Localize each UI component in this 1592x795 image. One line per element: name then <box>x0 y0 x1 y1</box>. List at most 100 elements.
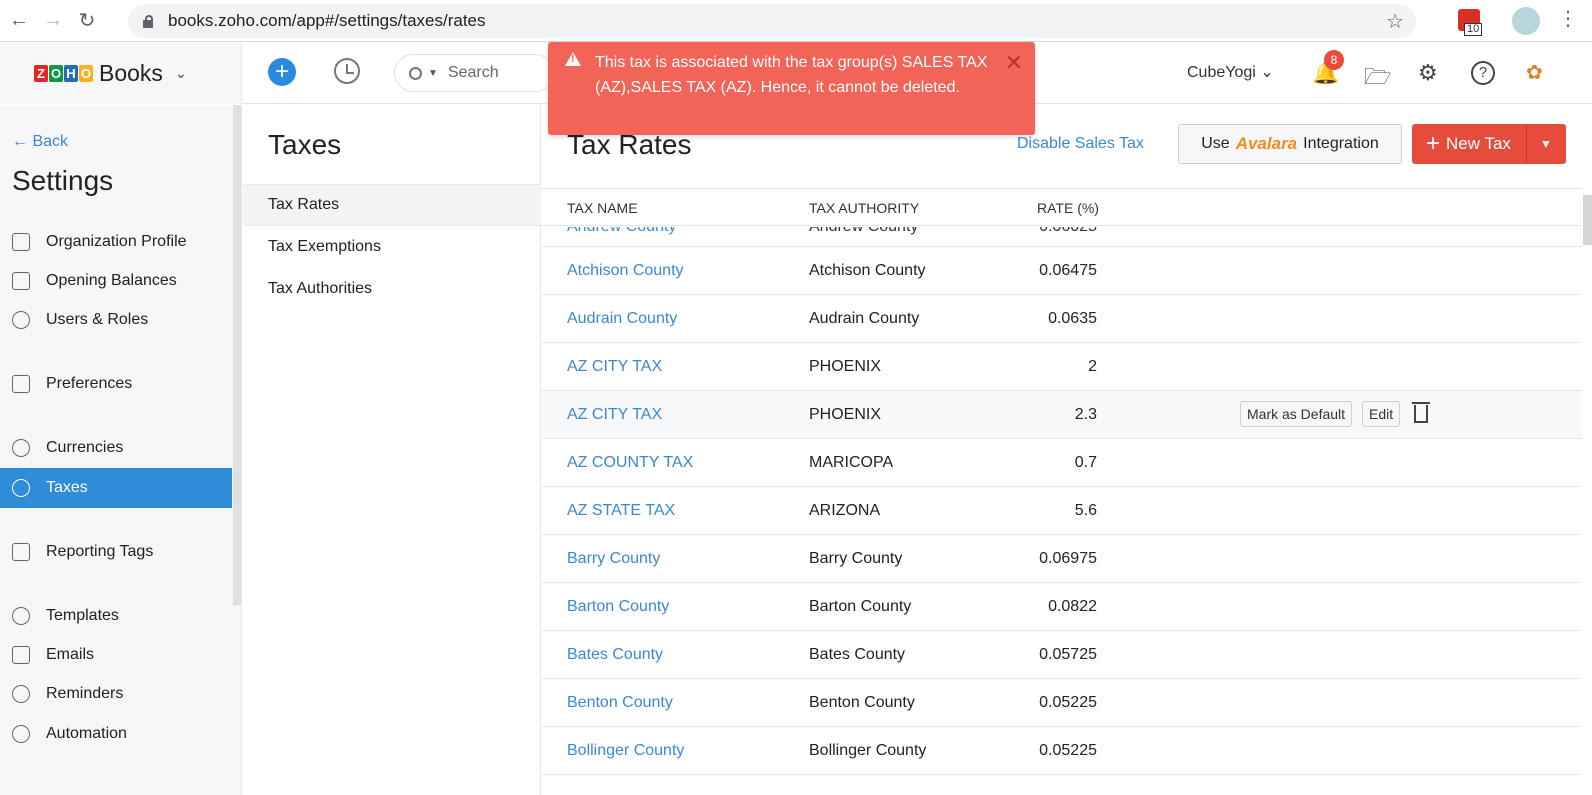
folder-icon[interactable]: 🗁 <box>1364 60 1391 98</box>
gear-icon[interactable]: ⚙ <box>1418 60 1438 86</box>
edit-button[interactable]: Edit <box>1362 401 1401 427</box>
search-placeholder: Search <box>447 64 499 81</box>
sidebar-item-templates[interactable]: Templates <box>0 596 232 636</box>
tax-name-link[interactable]: AZ COUNTY TAX <box>567 454 693 472</box>
sidebar-scrollbar[interactable] <box>233 105 241 605</box>
submenu-item-tax-rates[interactable]: Tax Rates <box>243 184 541 226</box>
table-row[interactable]: AZ CITY TAX PHOENIX 2.3 Mark as Default … <box>542 391 1582 439</box>
sidebar-item-automation[interactable]: Automation <box>0 714 232 754</box>
tax-name-link[interactable]: Benton County <box>567 694 673 712</box>
tax-name-link[interactable]: AZ CITY TAX <box>567 358 662 376</box>
tax-name-link[interactable]: Audrain County <box>567 310 677 328</box>
table-row[interactable]: Bollinger County Bollinger County 0.05225 <box>542 727 1582 775</box>
row-actions: Mark as Default Edit <box>1240 401 1431 427</box>
tax-authority-cell: Bates County <box>809 646 906 663</box>
toast-message: This tax is associated with the tax grou… <box>595 54 988 96</box>
tax-rate-cell: 0.05225 <box>1039 742 1097 759</box>
sidebar-item-opening-balances[interactable]: Opening Balances <box>0 261 232 301</box>
url-text[interactable]: books.zoho.com/app#/settings/taxes/rates <box>168 11 486 31</box>
column-header-tax-name[interactable]: TAX NAME <box>567 200 638 216</box>
address-bar[interactable]: books.zoho.com/app#/settings/taxes/rates… <box>128 4 1416 38</box>
profile-avatar[interactable] <box>1512 7 1540 35</box>
column-header-rate[interactable]: RATE (%) <box>1037 200 1099 216</box>
disable-sales-tax-link[interactable]: Disable Sales Tax <box>1017 135 1144 153</box>
table-row[interactable]: Audrain County Audrain County 0.0635 <box>542 295 1582 343</box>
tax-rate-cell: 2 <box>1088 358 1097 375</box>
back-link[interactable]: ← Back <box>12 133 68 151</box>
tax-name-link[interactable]: Atchison County <box>567 262 684 280</box>
tax-rate-cell: 0.06975 <box>1039 550 1097 567</box>
mail-icon <box>12 646 30 664</box>
tax-name-link[interactable]: Barry County <box>567 550 660 568</box>
submenu-item-tax-exemptions[interactable]: Tax Exemptions <box>243 226 541 268</box>
trash-icon[interactable] <box>1412 402 1431 423</box>
calendar-extension-icon[interactable]: 10 <box>1458 9 1483 36</box>
recent-history-icon[interactable] <box>334 58 360 84</box>
table-row[interactable]: AZ CITY TAX PHOENIX 2 <box>542 343 1582 391</box>
browser-menu-icon[interactable]: ⋮ <box>1558 6 1578 31</box>
table-row[interactable]: AZ COUNTY TAX MARICOPA 0.7 <box>542 439 1582 487</box>
search-input[interactable]: ▼ Search <box>394 54 554 92</box>
sidebar-item-emails[interactable]: Emails <box>0 635 232 675</box>
content-scrollbar[interactable] <box>1583 195 1592 245</box>
tax-name-link[interactable]: Barton County <box>567 598 669 616</box>
table-row[interactable]: AZ STATE TAX ARIZONA 5.6 <box>542 487 1582 535</box>
settings-title: Settings <box>12 165 114 196</box>
app-logo-icon[interactable]: ✿ <box>1526 60 1558 84</box>
sidebar-item-taxes[interactable]: Taxes <box>0 468 232 508</box>
avalara-integration-button[interactable]: Use Avalara Integration <box>1178 124 1402 164</box>
settings-sidebar: ← Back Settings Organization Profile Ope… <box>0 105 242 795</box>
forward-arrow-icon[interactable]: → <box>38 6 68 36</box>
tax-name-link[interactable]: AZ STATE TAX <box>567 502 675 520</box>
tax-rate-cell: 0.0635 <box>1048 310 1097 327</box>
tax-authority-cell: Bollinger County <box>809 742 927 759</box>
sidebar-item-reporting-tags[interactable]: Reporting Tags <box>0 532 232 572</box>
table-row[interactable]: Bates County Bates County 0.05725 <box>542 631 1582 679</box>
tax-name-link[interactable]: Bates County <box>567 646 663 664</box>
warning-icon <box>565 52 581 66</box>
organization-switcher[interactable]: CubeYogi ⌄ <box>1187 62 1274 82</box>
palette-icon <box>12 607 30 625</box>
building-icon <box>12 233 30 251</box>
new-tax-dropdown-caret-icon[interactable]: ▼ <box>1527 137 1565 151</box>
browser-toolbar: ← → ↻ books.zoho.com/app#/settings/taxes… <box>0 0 1592 42</box>
chevron-down-icon[interactable]: ⌄ <box>175 65 187 82</box>
new-tax-button[interactable]: + New Tax <box>1412 124 1527 164</box>
percent-icon <box>12 479 30 497</box>
extension-badge: 10 <box>1464 23 1483 36</box>
table-row[interactable]: Barton County Barton County 0.0822 <box>542 583 1582 631</box>
sidebar-item-preferences[interactable]: Preferences <box>0 364 232 404</box>
sidebar-item-organization-profile[interactable]: Organization Profile <box>0 222 232 262</box>
tax-authority-cell: PHOENIX <box>809 358 882 375</box>
table-row[interactable]: Andrew County Andrew County 0.06025 <box>542 227 1582 247</box>
submenu-item-tax-authorities[interactable]: Tax Authorities <box>243 268 541 310</box>
table-row[interactable]: Benton County Benton County 0.05225 <box>542 679 1582 727</box>
quick-create-button[interactable]: + <box>268 58 296 86</box>
reload-icon[interactable]: ↻ <box>72 6 102 36</box>
help-icon[interactable]: ? <box>1471 61 1495 85</box>
close-icon[interactable]: ✕ <box>1005 50 1023 75</box>
new-tax-button-group: + New Tax ▼ <box>1412 124 1566 164</box>
taxes-submenu: Taxes Tax Rates Tax Exemptions Tax Autho… <box>243 105 541 795</box>
back-arrow-icon[interactable]: ← <box>4 6 34 36</box>
brand-switcher[interactable]: ZOHO Books ⌄ <box>0 42 242 104</box>
sidebar-item-users-roles[interactable]: Users & Roles <box>0 300 232 340</box>
sidebar-item-reminders[interactable]: Reminders <box>0 674 232 714</box>
tax-rate-cell: 0.05725 <box>1039 646 1097 663</box>
sidebar-item-currencies[interactable]: Currencies <box>0 428 232 468</box>
table-row[interactable]: Barry County Barry County 0.06975 <box>542 535 1582 583</box>
tax-name-link[interactable]: Bollinger County <box>567 742 684 760</box>
tax-name-link[interactable]: Andrew County <box>567 227 676 236</box>
bell-icon <box>12 685 30 703</box>
table-row[interactable]: Atchison County Atchison County 0.06475 <box>542 247 1582 295</box>
sliders-icon <box>12 375 30 393</box>
tax-rate-cell: 2.3 <box>1074 406 1097 423</box>
taxes-title: Taxes <box>268 129 342 160</box>
bookmark-star-icon[interactable]: ☆ <box>1386 9 1404 34</box>
search-scope-caret-icon[interactable]: ▼ <box>428 68 438 79</box>
tax-name-link[interactable]: AZ CITY TAX <box>567 406 662 424</box>
column-header-tax-authority[interactable]: TAX AUTHORITY <box>809 200 919 216</box>
notifications-count-badge: 8 <box>1324 50 1344 70</box>
zoho-logo: ZOHO <box>34 64 93 82</box>
mark-as-default-button[interactable]: Mark as Default <box>1240 401 1353 427</box>
